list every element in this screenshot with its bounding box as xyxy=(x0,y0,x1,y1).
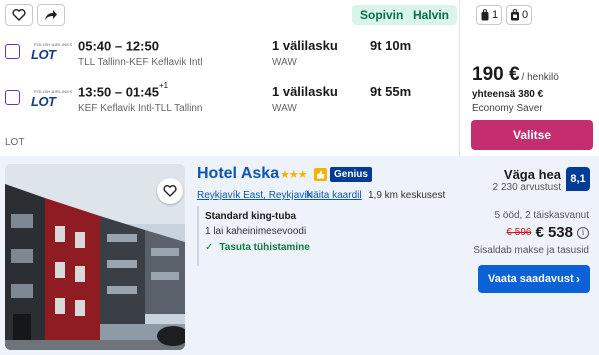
show-on-map-link[interactable]: Näita kaardil xyxy=(306,190,362,201)
leg-2-time-range: 13:50 – 01:45 xyxy=(78,84,159,100)
review-count: 2 230 arvustust xyxy=(492,182,561,193)
suitcase-icon xyxy=(511,9,519,21)
leg-2-times: 13:50 – 01:45+1 xyxy=(78,81,169,100)
flight-total: yhteensä 380 € xyxy=(472,89,544,100)
leg-1-stops: 1 välilasku xyxy=(272,38,338,53)
share-flight-button[interactable] xyxy=(37,4,65,26)
badge-cheapest: Halvin xyxy=(405,5,458,25)
flight-price-value: 190 € xyxy=(472,64,520,85)
location-link[interactable]: Reykjavík East, Reykjavík xyxy=(197,190,312,201)
checkmark-icon: ✓ xyxy=(205,242,214,253)
info-icon[interactable]: i xyxy=(577,226,589,239)
heart-outline-icon xyxy=(12,9,26,21)
carry-on-count-value: 0 xyxy=(522,9,529,21)
fare-class: Economy Saver xyxy=(472,103,543,114)
star-rating: ★★★ xyxy=(280,169,308,181)
leg-2-stop-airport: WAW xyxy=(272,103,297,114)
airline-logo-lot: POLISH AIRLINES LOT xyxy=(31,89,72,109)
flight-legs-panel: Sopivin Halvin POLISH AIRLINES LOT 05:40… xyxy=(0,0,459,156)
airline-logo-text: LOT xyxy=(31,47,56,62)
rating-word: Väga hea xyxy=(503,167,561,182)
leg-1-times: 05:40 – 12:50 xyxy=(78,38,159,53)
free-cancellation-label: Tasuta tühistamine xyxy=(219,242,310,253)
room-type: Standard king-tuba xyxy=(205,211,297,222)
leg-1-time-range: 05:40 – 12:50 xyxy=(78,38,159,54)
heart-outline-icon xyxy=(163,185,177,197)
leg-1-route: TLL Tallinn-KEF Keflavik Intl xyxy=(78,57,203,68)
leg-2-checkbox[interactable] xyxy=(5,90,20,105)
flight-price-unit: / henkilö xyxy=(521,72,559,83)
genius-badge: Genius xyxy=(330,167,372,182)
see-availability-label: Vaata saadavust xyxy=(488,273,574,285)
stay-details: 5 ööd, 2 täiskasvanut xyxy=(494,210,589,221)
flight-price: 190 € / henkilö xyxy=(472,64,559,86)
hotel-photo[interactable] xyxy=(5,164,185,350)
carrier-label: LOT xyxy=(5,137,25,148)
hotel-price: € 596 € 538 i xyxy=(506,224,589,241)
leg-2-route: KEF Keflavik Intl-TLL Tallinn xyxy=(78,103,203,114)
hotel-name-link[interactable]: Hotel Aska xyxy=(197,165,279,183)
original-price: € 596 xyxy=(506,227,532,238)
share-arrow-icon xyxy=(45,10,57,20)
flight-price-panel: 1 0 190 € / henkilö yhteensä 380 € Econom… xyxy=(460,0,599,156)
bed-info: 1 lai kaheinimesevoodi xyxy=(205,226,307,237)
tax-info: Sisaldab makse ja tasusid xyxy=(473,245,589,256)
free-cancellation: ✓ Tasuta tühistamine xyxy=(205,242,310,253)
airline-logo-lot: POLISH AIRLINES LOT xyxy=(31,42,72,62)
hotel-favorite-button[interactable] xyxy=(157,178,183,204)
carry-on-count: 0 xyxy=(506,5,533,25)
personal-item-count: 1 xyxy=(476,5,503,25)
select-flight-button[interactable]: Valitse xyxy=(471,120,593,150)
leg-1-duration: 9t 10m xyxy=(370,38,412,53)
leg-1-checkbox[interactable] xyxy=(5,44,20,59)
badge-best: Sopivin xyxy=(352,5,412,25)
thumbs-up-icon xyxy=(314,168,327,181)
chevron-right-icon: › xyxy=(576,272,580,286)
personal-item-count-value: 1 xyxy=(492,9,499,21)
review-score: 8,1 xyxy=(566,167,590,191)
discounted-price: € 538 xyxy=(535,224,573,241)
save-flight-button[interactable] xyxy=(5,4,33,26)
airline-logo-text: LOT xyxy=(31,94,56,109)
see-availability-button[interactable]: Vaata saadavust › xyxy=(478,265,590,293)
leg-2-duration: 9t 55m xyxy=(370,84,412,99)
leg-2-stops: 1 välilasku xyxy=(272,84,338,99)
leg-1-stop-airport: WAW xyxy=(272,57,297,68)
flight-result-card: Sopivin Halvin POLISH AIRLINES LOT 05:40… xyxy=(0,0,599,156)
distance-from-center: 1,9 km keskusest xyxy=(368,190,446,201)
backpack-icon xyxy=(481,9,489,21)
leg-2-day-offset: +1 xyxy=(158,81,169,90)
hotel-result-card: Hotel Aska ★★★ Genius Reykjavík East, Re… xyxy=(0,156,599,355)
